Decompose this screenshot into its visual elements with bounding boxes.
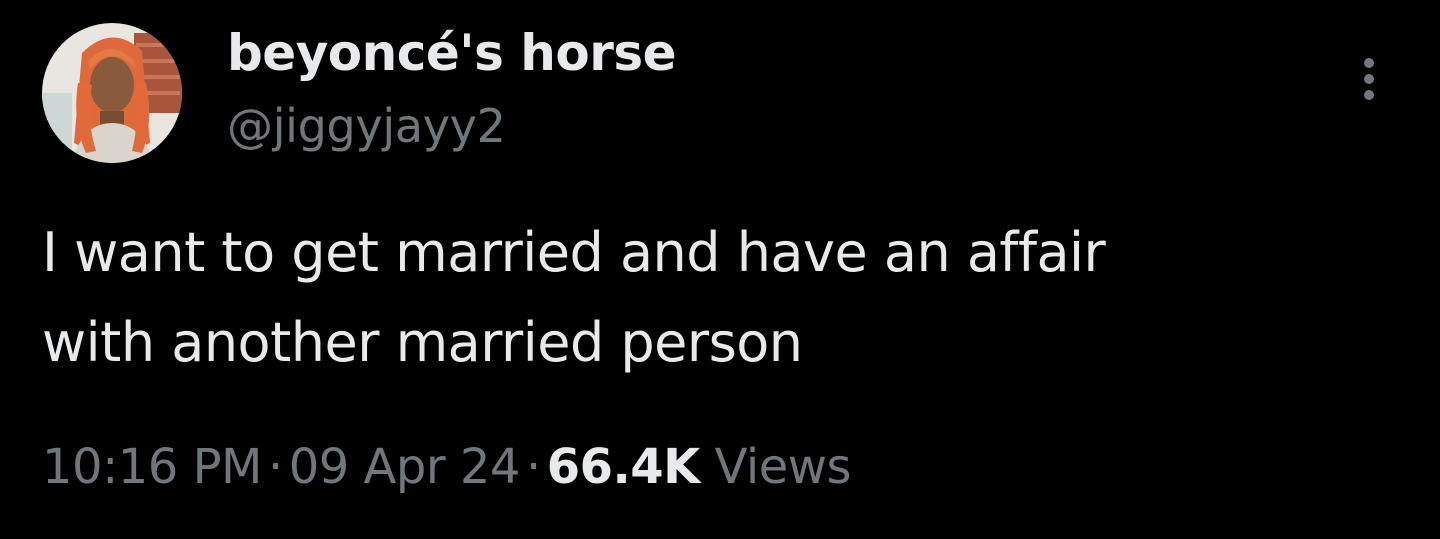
- avatar[interactable]: [42, 23, 182, 163]
- more-vertical-icon: [1364, 90, 1374, 100]
- meta-separator: ·: [525, 439, 541, 495]
- meta-separator: ·: [267, 439, 283, 495]
- author-handle[interactable]: @jiggyjayy2: [227, 96, 506, 156]
- views-label[interactable]: Views: [715, 439, 852, 495]
- tweet-date[interactable]: 09 Apr 24: [289, 439, 521, 495]
- more-options-button[interactable]: [1344, 50, 1394, 106]
- author-display-name[interactable]: beyoncé's horse: [227, 22, 677, 84]
- tweet-meta: 10:16 PM · 09 Apr 24 · 66.4K Views: [42, 432, 852, 502]
- tweet-text: I want to get married and have an affair…: [42, 221, 1106, 374]
- more-vertical-icon: [1364, 58, 1374, 68]
- views-count[interactable]: 66.4K: [547, 439, 701, 495]
- tweet-card: beyoncé's horse @jiggyjayy2 I want to ge…: [0, 0, 1440, 539]
- tweet-time[interactable]: 10:16 PM: [42, 439, 262, 495]
- profile-photo-icon: [42, 23, 182, 163]
- more-vertical-icon: [1364, 74, 1374, 84]
